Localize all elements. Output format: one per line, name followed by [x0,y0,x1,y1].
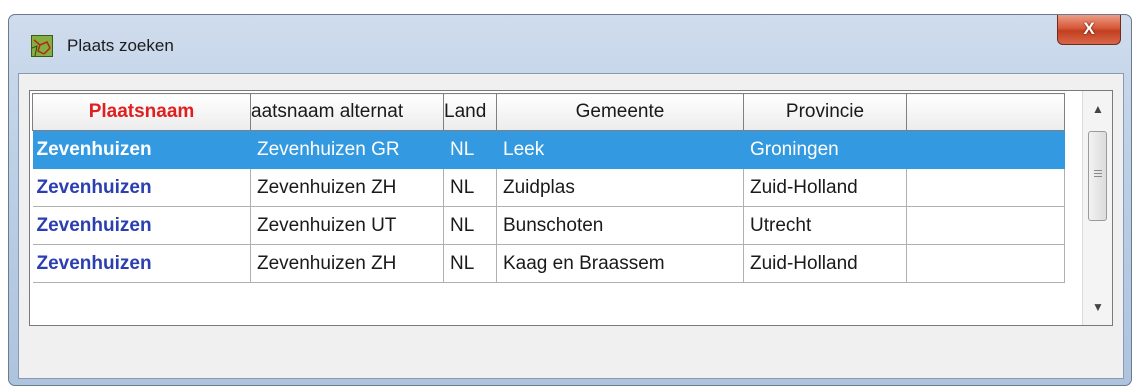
table-row[interactable]: Zevenhuizen Zevenhuizen ZH NL Kaag en Br… [32,244,1065,283]
cell-alternatief: Zevenhuizen ZH [250,168,444,207]
cell-plaatsnaam: Zevenhuizen [32,130,251,169]
header-row: Plaatsnaam aatsnaam alternat Land Gemeen… [32,93,1065,131]
table-row[interactable]: Zevenhuizen Zevenhuizen UT NL Bunschoten… [32,206,1065,245]
map-icon [31,35,53,57]
cell-provincie: Groningen [743,130,907,169]
column-header-plaatsnaam[interactable]: Plaatsnaam [32,93,251,131]
table-row[interactable]: Zevenhuizen Zevenhuizen ZH NL Zuidplas Z… [32,168,1065,207]
cell-gemeente: Zuidplas [496,168,744,207]
cell-land: NL [443,206,497,245]
cell-plaatsnaam: Zevenhuizen [32,244,251,283]
cell-alternatief: Zevenhuizen GR [250,130,444,169]
cell-plaatsnaam: Zevenhuizen [32,206,251,245]
cell-land: NL [443,244,497,283]
dialog-body: Plaatsnaam aatsnaam alternat Land Gemeen… [18,73,1124,379]
dialog-window: Plaats zoeken X Plaatsnaam aatsnaam alte… [8,14,1132,386]
window-title: Plaats zoeken [67,36,174,55]
column-header-gemeente[interactable]: Gemeente [496,93,744,131]
cell-provincie: Utrecht [743,206,907,245]
cell-alternatief: Zevenhuizen UT [250,206,444,245]
cell-empty [906,168,1065,207]
column-header-land[interactable]: Land [443,93,497,131]
results-grid: Plaatsnaam aatsnaam alternat Land Gemeen… [29,90,1113,326]
column-header-alternatief[interactable]: aatsnaam alternat [250,93,444,131]
arrow-down-icon[interactable]: ▼ [1083,293,1112,321]
title-bar[interactable]: Plaats zoeken X [9,15,1131,73]
cell-land: NL [443,168,497,207]
cell-empty [906,206,1065,245]
cell-gemeente: Bunschoten [496,206,744,245]
table-row[interactable]: Zevenhuizen Zevenhuizen GR NL Leek Groni… [32,130,1065,169]
results-table: Plaatsnaam aatsnaam alternat Land Gemeen… [32,93,1065,283]
cell-empty [906,130,1065,169]
cell-provincie: Zuid-Holland [743,168,907,207]
cell-gemeente: Kaag en Braassem [496,244,744,283]
column-header-provincie[interactable]: Provincie [743,93,907,131]
grip-icon [1094,170,1102,178]
cell-land: NL [443,130,497,169]
vertical-scrollbar[interactable]: ▲ ▼ [1082,91,1112,325]
cell-plaatsnaam: Zevenhuizen [32,168,251,207]
cell-empty [906,244,1065,283]
column-header-empty [906,93,1065,131]
cell-provincie: Zuid-Holland [743,244,907,283]
close-button[interactable]: X [1057,15,1121,45]
cell-alternatief: Zevenhuizen ZH [250,244,444,283]
cell-gemeente: Leek [496,130,744,169]
arrow-up-icon[interactable]: ▲ [1083,95,1112,123]
scrollbar-thumb[interactable] [1088,131,1107,221]
